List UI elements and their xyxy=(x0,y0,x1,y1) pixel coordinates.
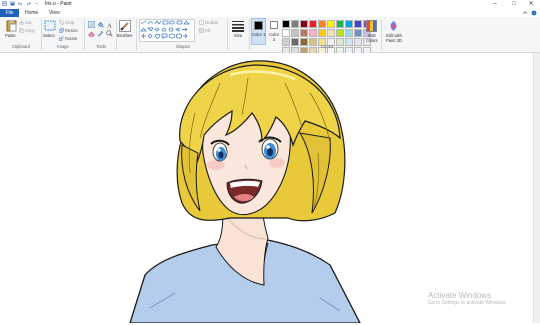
cut-button[interactable]: Cut xyxy=(19,20,32,25)
group-label-clipboard: Clipboard xyxy=(12,44,30,49)
copy-icon xyxy=(19,28,24,33)
select-button[interactable]: Select xyxy=(43,33,55,38)
edit-colors-button[interactable]: Edit colors xyxy=(363,33,381,43)
activate-windows-subtitle: Go to Settings to activate Windows. xyxy=(428,300,507,306)
ribbon-separator xyxy=(227,19,228,50)
group-label-colors: Colors xyxy=(320,44,334,49)
palette-swatch[interactable] xyxy=(354,20,362,28)
resize-label: Resize xyxy=(65,28,78,33)
copy-button[interactable]: Copy xyxy=(19,28,35,33)
text-tool-icon[interactable]: A xyxy=(106,21,113,28)
collapse-ribbon-icon[interactable] xyxy=(522,10,528,16)
palette-swatch[interactable] xyxy=(345,29,353,37)
crop-label: Crop xyxy=(65,20,75,25)
scissors-icon xyxy=(19,20,24,25)
edit-with-paint3d-button[interactable]: Edit with Paint 3D xyxy=(383,33,405,43)
undo-icon[interactable] xyxy=(18,1,23,6)
color-picker-icon[interactable] xyxy=(97,30,104,37)
rotate-label: Rotate xyxy=(65,36,78,41)
svg-text:A: A xyxy=(107,22,112,28)
fill-bucket-icon[interactable] xyxy=(97,21,104,28)
svg-text:?: ? xyxy=(533,12,535,16)
ribbon-tabs: File Home View ? xyxy=(0,9,540,17)
color2-label[interactable]: Color 2 xyxy=(268,32,280,42)
palette-swatch[interactable] xyxy=(345,20,353,28)
palette-swatch[interactable] xyxy=(354,29,362,37)
title-bar: Iris.o - Paint – □ ✕ xyxy=(0,0,540,9)
ribbon: Paste Cut Copy Clipboard Select Crop Res… xyxy=(0,17,540,55)
select-icon[interactable] xyxy=(44,20,56,32)
paint-app-icon xyxy=(2,1,7,6)
outline-icon xyxy=(199,20,204,25)
maximize-button[interactable]: □ xyxy=(505,0,523,9)
palette-swatch[interactable] xyxy=(291,29,299,37)
palette-swatch[interactable] xyxy=(327,20,335,28)
tab-view[interactable]: View xyxy=(49,9,60,17)
palette-swatch[interactable] xyxy=(282,20,290,28)
edit-colors-icon[interactable] xyxy=(366,20,378,32)
rotate-button[interactable]: Rotate xyxy=(59,36,77,41)
close-button[interactable]: ✕ xyxy=(522,0,540,9)
customize-quick-access-icon[interactable] xyxy=(34,1,39,6)
activate-windows-title: Activate Windows xyxy=(428,291,492,300)
redo-icon[interactable] xyxy=(26,1,31,6)
fill-label: Fill xyxy=(205,28,211,33)
size-button[interactable]: Size xyxy=(234,33,242,38)
ribbon-separator xyxy=(249,19,250,50)
drawing-canvas[interactable] xyxy=(0,53,533,324)
brushes-button[interactable]: Brushes xyxy=(117,33,132,38)
color1-label: Color 1 xyxy=(252,32,266,37)
fill-icon xyxy=(199,28,204,33)
outline-label: Outline xyxy=(205,20,219,25)
palette-swatch[interactable] xyxy=(336,20,344,28)
group-label-tools: Tools xyxy=(96,44,106,49)
palette-swatch[interactable] xyxy=(309,20,317,28)
magnifier-icon[interactable] xyxy=(106,30,113,37)
save-icon[interactable] xyxy=(10,1,15,6)
group-label-image: Image xyxy=(57,44,69,49)
palette-swatch[interactable] xyxy=(282,29,290,37)
size-icon[interactable] xyxy=(231,20,245,32)
minimize-button[interactable]: – xyxy=(486,0,504,9)
help-icon[interactable]: ? xyxy=(531,10,537,16)
palette-swatch[interactable] xyxy=(318,20,326,28)
vertical-scrollbar[interactable] xyxy=(533,53,540,323)
copy-label: Copy xyxy=(25,28,35,33)
ribbon-separator xyxy=(41,19,42,50)
color1-swatch xyxy=(254,21,263,30)
fill-button[interactable]: Fill xyxy=(199,28,210,33)
palette-swatch[interactable] xyxy=(336,29,344,37)
quick-access-toolbar xyxy=(2,1,39,6)
outline-button[interactable]: Outline xyxy=(199,20,218,25)
anime-girl-drawing xyxy=(129,60,362,324)
color2-swatch[interactable] xyxy=(270,21,278,29)
group-label-shapes: Shapes xyxy=(175,44,191,49)
shapes-gallery[interactable] xyxy=(139,19,195,42)
pencil-icon[interactable] xyxy=(88,21,95,28)
resize-button[interactable]: Resize xyxy=(59,28,78,33)
brushes-icon[interactable] xyxy=(119,20,131,32)
window-title: Iris.o - Paint xyxy=(45,1,72,7)
ribbon-separator xyxy=(381,19,382,50)
palette-swatch[interactable] xyxy=(309,29,317,37)
paint3d-icon[interactable] xyxy=(388,20,399,32)
crop-button[interactable]: Crop xyxy=(59,20,74,25)
eraser-icon[interactable] xyxy=(88,30,95,37)
paste-icon[interactable] xyxy=(6,19,17,32)
palette-swatch[interactable] xyxy=(291,20,299,28)
resize-icon xyxy=(59,28,64,33)
paste-button[interactable]: Paste xyxy=(5,33,16,38)
rotate-icon xyxy=(59,36,64,41)
palette-swatch[interactable] xyxy=(300,29,308,37)
palette-swatch[interactable] xyxy=(327,29,335,37)
cut-label: Cut xyxy=(25,20,32,25)
crop-icon xyxy=(59,20,64,25)
tab-file[interactable]: File xyxy=(0,9,19,17)
palette-swatch[interactable] xyxy=(300,20,308,28)
ribbon-separator xyxy=(84,19,85,50)
tab-home[interactable]: Home xyxy=(25,9,38,17)
color-palette xyxy=(282,20,371,55)
palette-swatch[interactable] xyxy=(318,29,326,37)
ribbon-separator xyxy=(136,19,137,50)
